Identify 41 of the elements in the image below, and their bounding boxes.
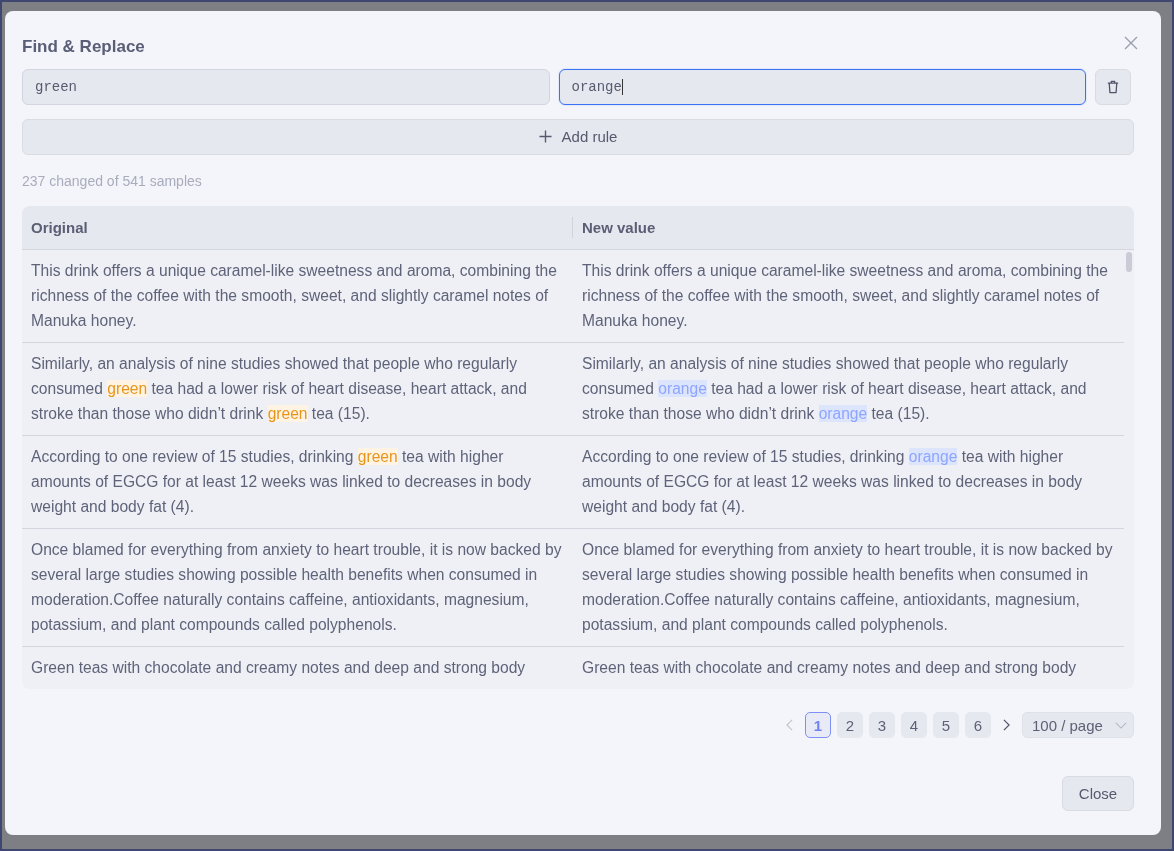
- highlighted-match: orange: [908, 447, 958, 465]
- table-cell-text: This drink offers a unique caramel-like sweetness and aroma, combining the richness of the coffee with the smooth, sweet, and slightly caramel notes of Manuka honey.: [30, 260, 558, 331]
- highlighted-match: orange: [818, 404, 868, 422]
- page-button[interactable]: 1: [805, 712, 831, 738]
- column-header: New value: [582, 218, 656, 236]
- column-header: Original: [31, 218, 88, 236]
- page-button[interactable]: 4: [901, 712, 927, 738]
- dialog-title: Find & Replace: [22, 36, 145, 58]
- chevron-down-icon: [1115, 721, 1127, 729]
- table-cell-text: Similarly, an analysis of nine studies showed that people who regularly consumed orange tea had a lower risk of heart disease, heart attack, and stroke than those who didn’t drink orange tea (15).: [581, 353, 1088, 424]
- table-cell-text: Once blamed for everything from anxiety to heart trouble, it is now backed by several large studies showing possible health benefits when consumed in moderation.Coffee naturally contains caffeine, antioxidants, magnesium, potassium, and plant compounds called polyphenols.: [581, 539, 1114, 635]
- table-cell-text: Similarly, an analysis of nine studies showed that people who regularly consumed green tea had a lower risk of heart disease, heart attack, and stroke than those who didn’t drink green tea (15).: [30, 353, 528, 424]
- page-size-select[interactable]: 100 / page: [1022, 712, 1134, 738]
- replace-field[interactable]: orange: [558, 69, 1086, 105]
- page-button[interactable]: 6: [965, 712, 991, 738]
- close-icon: [1124, 36, 1138, 50]
- page-button[interactable]: 2: [837, 712, 863, 738]
- highlighted-match: orange: [658, 379, 707, 397]
- highlighted-match: green: [357, 447, 398, 465]
- find-field[interactable]: green: [22, 69, 550, 105]
- table-cell-text: Once blamed for everything from anxiety to heart trouble, it is now backed by several large studies showing possible health benefits when consumed in moderation.Coffee naturally contains caffeine, antioxidants, magnesium, potassium, and plant compounds called polyphenols.: [30, 539, 563, 635]
- table-cell-text: Green teas with chocolate and creamy notes and deep and strong body: [30, 657, 527, 678]
- plus-icon: [538, 130, 552, 144]
- page-button[interactable]: 5: [933, 712, 959, 738]
- table-cell-text: This drink offers a unique caramel-like sweetness and aroma, combining the richness of the coffee with the smooth, sweet, and slightly caramel notes of Manuka honey.: [581, 260, 1109, 331]
- text-cursor-icon: [621, 79, 623, 95]
- add-rule-button[interactable]: Add rule: [22, 119, 1134, 155]
- highlighted-match: green: [267, 404, 308, 422]
- table-cell-text: According to one review of 15 studies, drinking green tea with higher amounts of EGCG for at least 12 weeks was linked to decreases in body weight and body fat (4).: [30, 446, 533, 517]
- close-button[interactable]: [1124, 36, 1138, 50]
- table-cell-text: Green teas with chocolate and creamy notes and deep and strong body: [581, 657, 1078, 678]
- chevron-left-icon: [786, 719, 793, 731]
- trash-icon: [1107, 80, 1119, 94]
- highlighted-match: green: [107, 379, 148, 397]
- change-summary: 237 changed of 541 samples: [22, 171, 202, 191]
- table-cell-text: According to one review of 15 studies, drinking orange tea with higher amounts of EGCG for at least 12 weeks was linked to decreases in body weight and body fat (4).: [581, 446, 1084, 517]
- delete-rule-button[interactable]: [1095, 69, 1131, 105]
- scrollbar-thumb[interactable]: [1126, 251, 1132, 272]
- page-button[interactable]: 3: [869, 712, 895, 738]
- chevron-right-icon: [1003, 719, 1010, 731]
- close-button[interactable]: Close: [1062, 776, 1134, 811]
